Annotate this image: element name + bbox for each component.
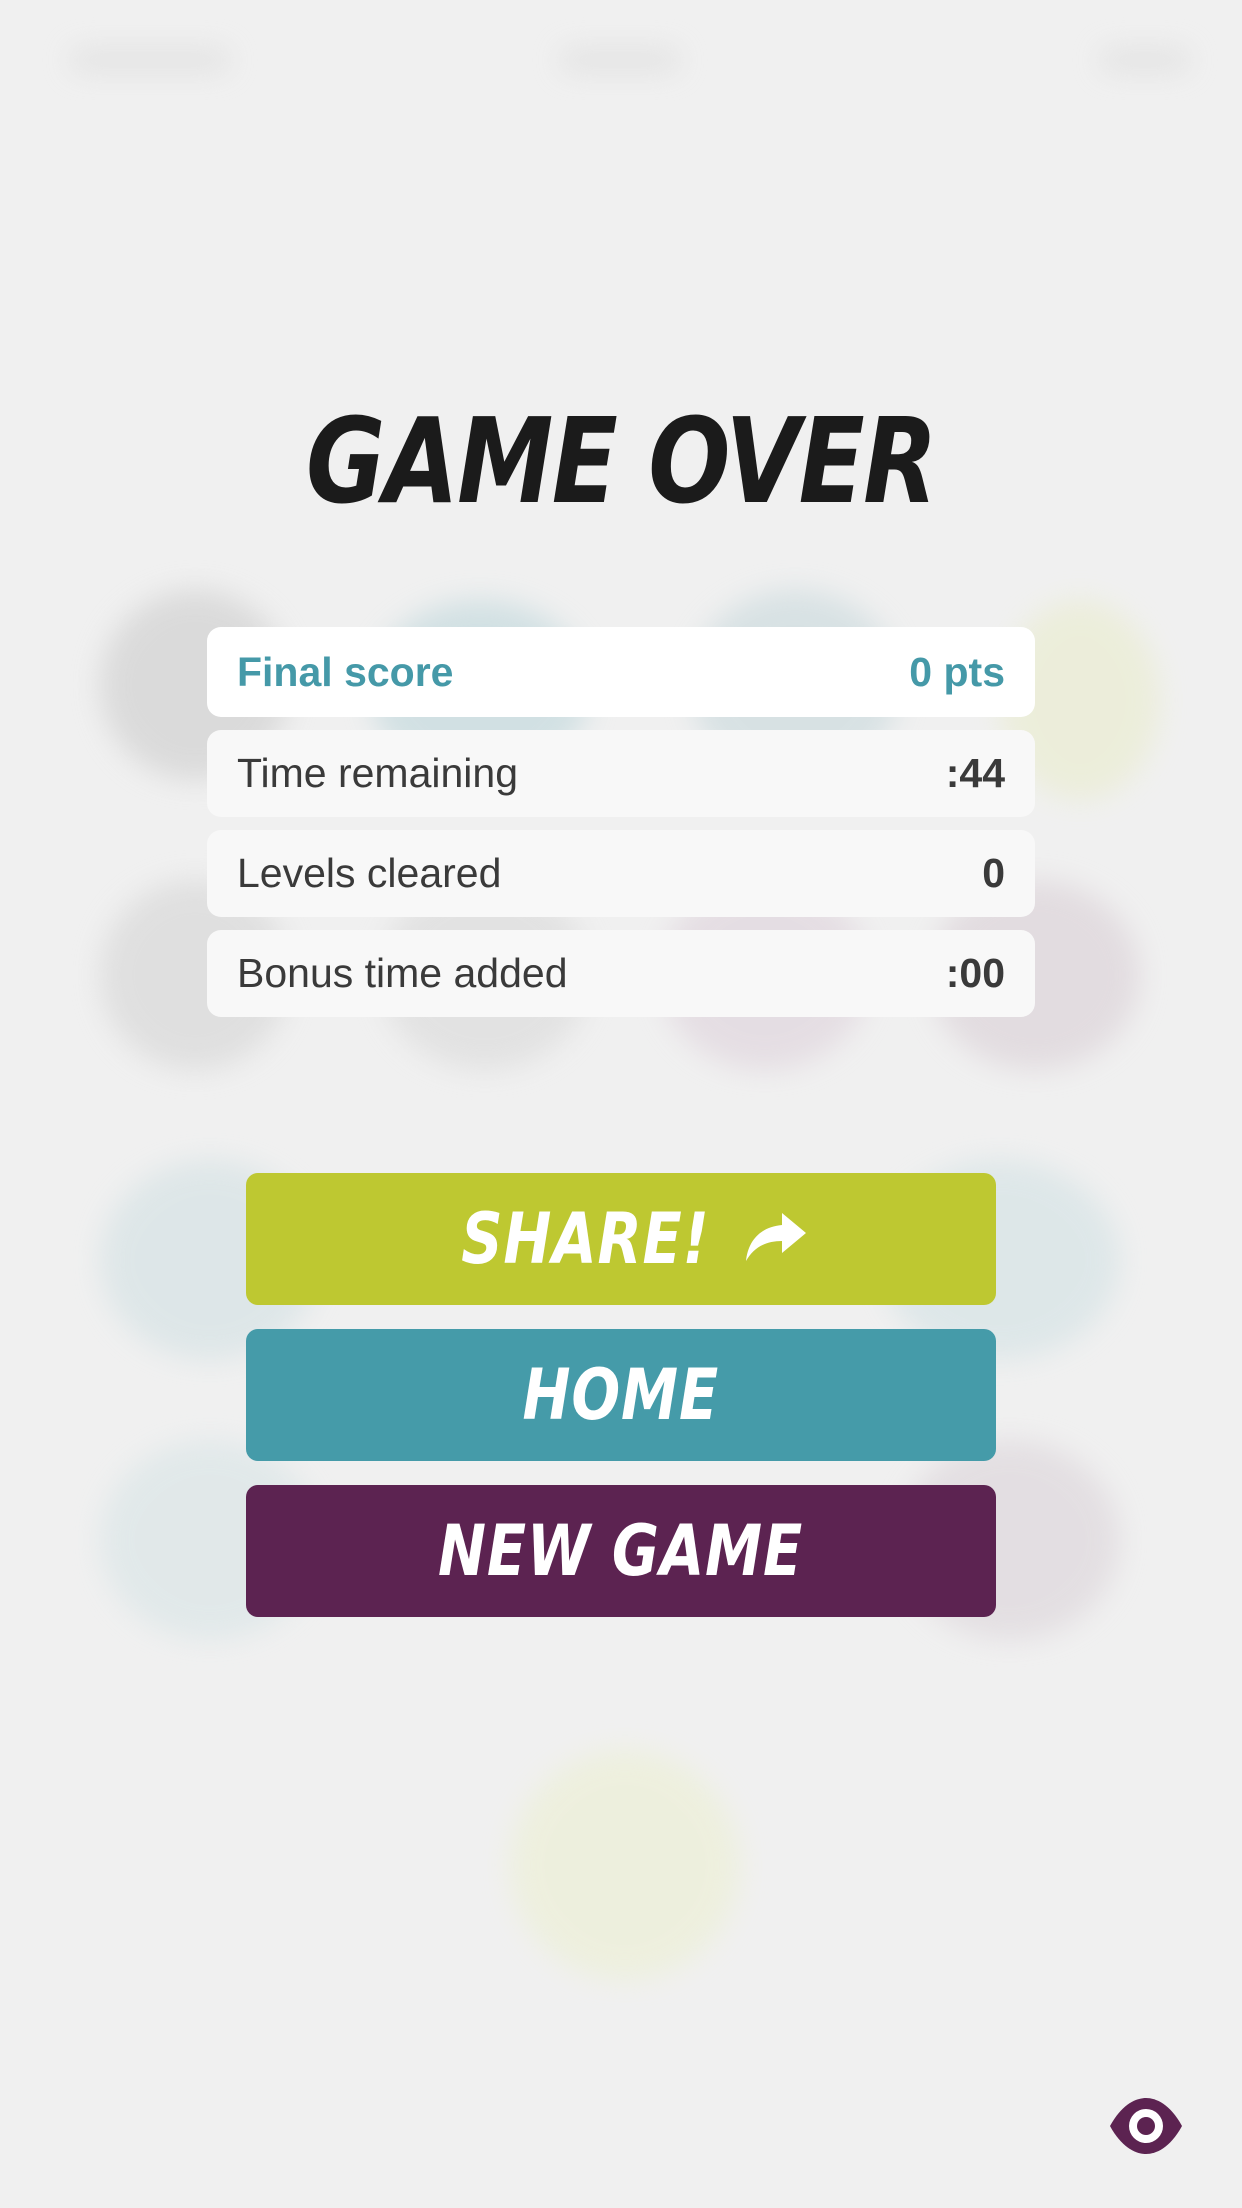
bonus-time-label: Bonus time added <box>237 950 568 996</box>
levels-cleared-value: 0 <box>982 850 1005 896</box>
time-remaining-row: Time remaining :44 <box>207 730 1035 817</box>
share-button[interactable]: SHARE! <box>246 1173 996 1305</box>
bonus-time-value: :00 <box>945 950 1005 996</box>
game-over-screen: GAME OVER Final score 0 pts Time remaini… <box>0 0 1242 2208</box>
time-remaining-value: :44 <box>945 750 1005 796</box>
blurred-game-board <box>0 0 1242 2208</box>
final-score-row: Final score 0 pts <box>207 627 1035 717</box>
bonus-time-row: Bonus time added :00 <box>207 930 1035 1017</box>
game-over-title: GAME OVER <box>306 392 938 530</box>
levels-cleared-row: Levels cleared 0 <box>207 830 1035 917</box>
home-button-label: HOME <box>522 1354 720 1436</box>
new-game-button-label: NEW GAME <box>438 1510 804 1592</box>
home-button[interactable]: HOME <box>246 1329 996 1461</box>
share-button-label: SHARE! <box>460 1198 710 1280</box>
levels-cleared-label: Levels cleared <box>237 850 502 896</box>
final-score-label: Final score <box>237 648 454 695</box>
share-arrow-icon <box>744 1198 808 1280</box>
final-score-value: 0 pts <box>909 648 1005 695</box>
new-game-button[interactable]: NEW GAME <box>246 1485 996 1617</box>
eye-icon[interactable] <box>1108 2096 1184 2156</box>
action-buttons: SHARE! HOME NEW GAME <box>246 1173 996 1641</box>
score-summary: Final score 0 pts Time remaining :44 Lev… <box>207 627 1035 1030</box>
time-remaining-label: Time remaining <box>237 750 519 796</box>
